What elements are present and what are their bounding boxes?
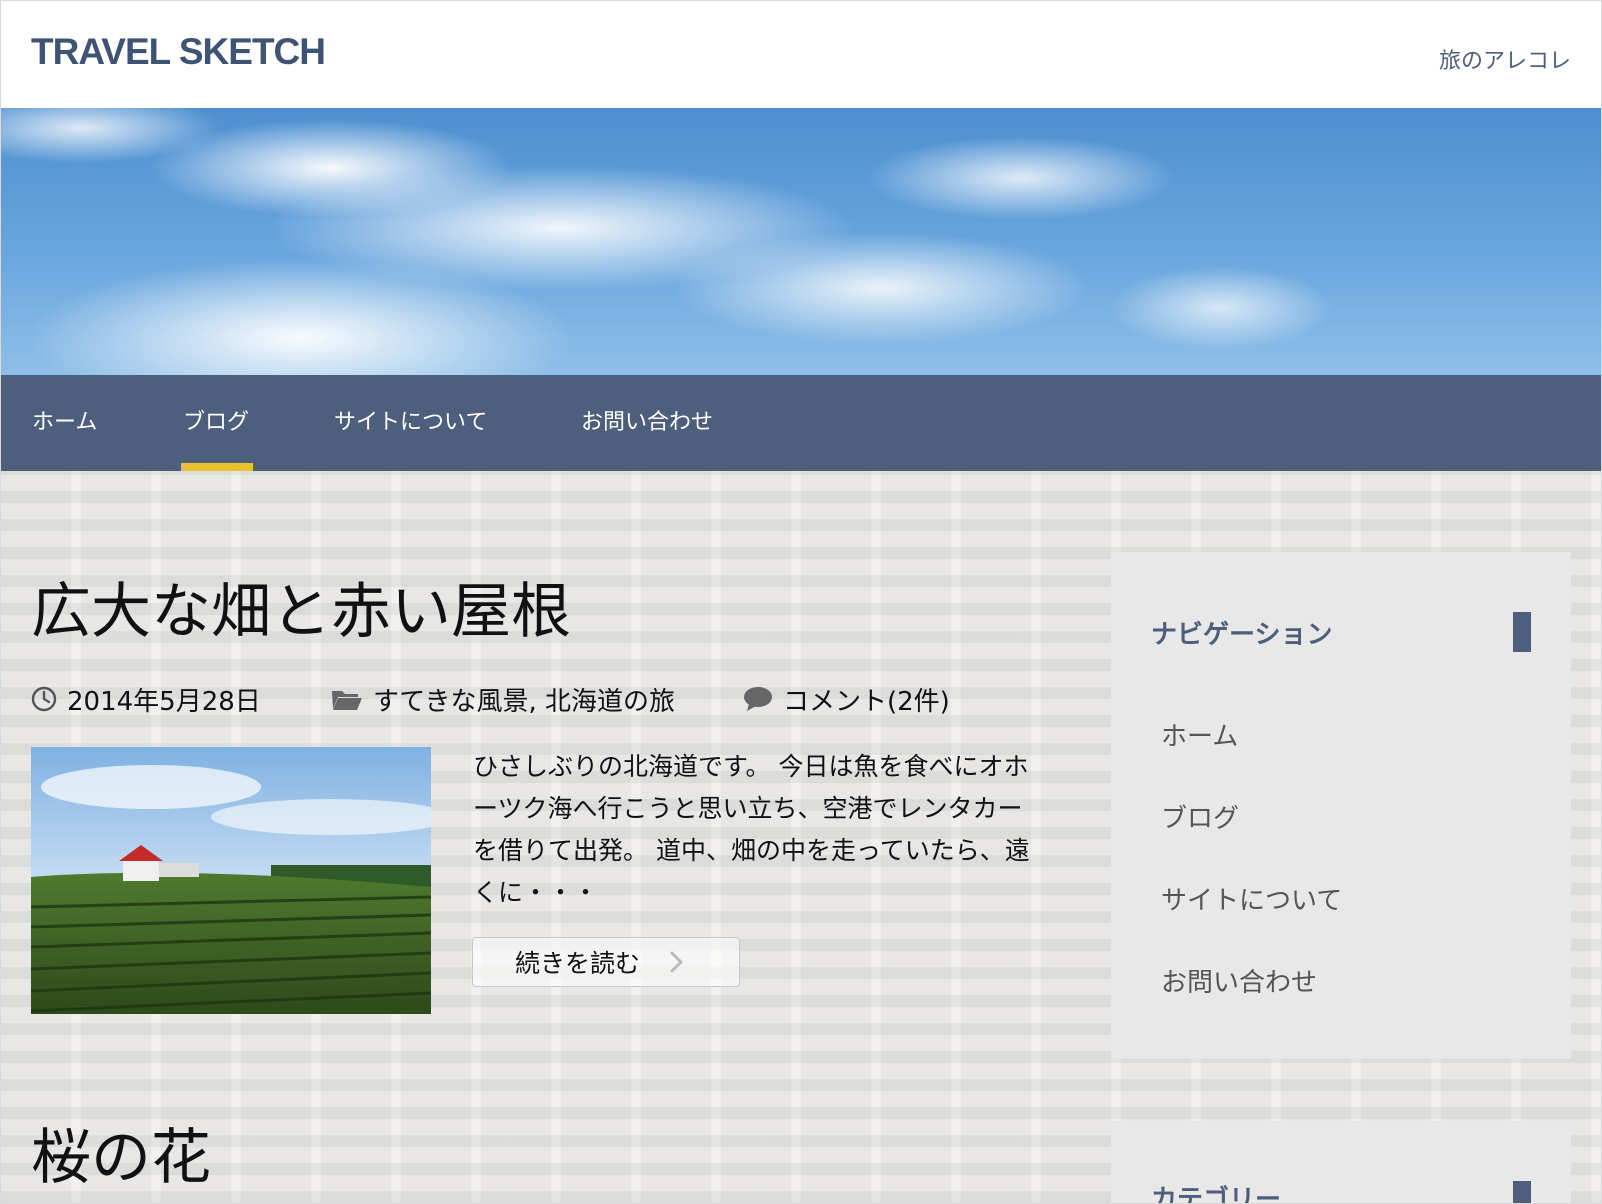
post-excerpt: ひさしぶりの北海道です。 今日は魚を食べにオホーツク海へ行こうと思い立ち、空港で… bbox=[473, 752, 1030, 907]
nav-item-about[interactable]: サイトについて bbox=[334, 375, 487, 471]
widget-title-category: カテゴリー bbox=[1151, 1185, 1282, 1204]
header-sky-image bbox=[1, 108, 1601, 375]
sidebar-link-about[interactable]: サイトについて bbox=[1161, 880, 1342, 917]
site-tagline: 旅のアレコレ bbox=[1438, 49, 1571, 74]
post-categories-text[interactable]: すてきな風景, 北海道の旅 bbox=[373, 681, 675, 718]
sidebar-link-contact[interactable]: お問い合わせ bbox=[1161, 962, 1317, 999]
widget-accent-bar bbox=[1513, 612, 1531, 652]
post-comments-text[interactable]: コメント(2件) bbox=[783, 681, 950, 718]
folder-icon bbox=[332, 691, 362, 710]
page: TRAVEL SKETCH 旅のアレコレ ホーム ブログ サイトについて お問い… bbox=[0, 0, 1602, 1204]
nav-active-indicator bbox=[181, 463, 253, 471]
farm-image bbox=[31, 747, 431, 1014]
chevron-right-icon bbox=[670, 951, 683, 973]
post-date: 2014年5月28日 bbox=[31, 681, 261, 717]
site-title[interactable]: TRAVEL SKETCH bbox=[31, 31, 326, 73]
post-date-text[interactable]: 2014年5月28日 bbox=[67, 681, 261, 718]
post-title[interactable]: 広大な畑と赤い屋根 bbox=[31, 563, 571, 650]
comment-icon bbox=[744, 687, 772, 711]
sidebar-navigation-widget: ナビゲーション ホーム ブログ サイトについて お問い合わせ bbox=[1111, 552, 1571, 1059]
widget-title-navigation: ナビゲーション bbox=[1151, 620, 1333, 650]
widget-accent-bar bbox=[1513, 1181, 1531, 1203]
post-thumbnail[interactable] bbox=[31, 747, 431, 1014]
sidebar-link-home[interactable]: ホーム bbox=[1161, 716, 1238, 753]
nav-item-home[interactable]: ホーム bbox=[32, 375, 97, 471]
clock-icon bbox=[31, 686, 57, 712]
post-categories: すてきな風景, 北海道の旅 bbox=[331, 681, 675, 717]
site-header: TRAVEL SKETCH 旅のアレコレ bbox=[1, 1, 1601, 108]
read-more-label: 続きを読む bbox=[515, 949, 641, 978]
nav-item-blog[interactable]: ブログ bbox=[183, 375, 249, 471]
read-more-button[interactable]: 続きを読む bbox=[472, 937, 740, 987]
nav-item-contact[interactable]: お問い合わせ bbox=[581, 375, 713, 471]
post-title-2[interactable]: 桜の花 bbox=[31, 1109, 211, 1196]
main-navigation: ホーム ブログ サイトについて お問い合わせ bbox=[1, 375, 1601, 471]
sidebar-category-widget: カテゴリー bbox=[1111, 1121, 1571, 1204]
post-comments: コメント(2件) bbox=[743, 681, 950, 717]
sidebar-link-blog[interactable]: ブログ bbox=[1161, 798, 1239, 835]
